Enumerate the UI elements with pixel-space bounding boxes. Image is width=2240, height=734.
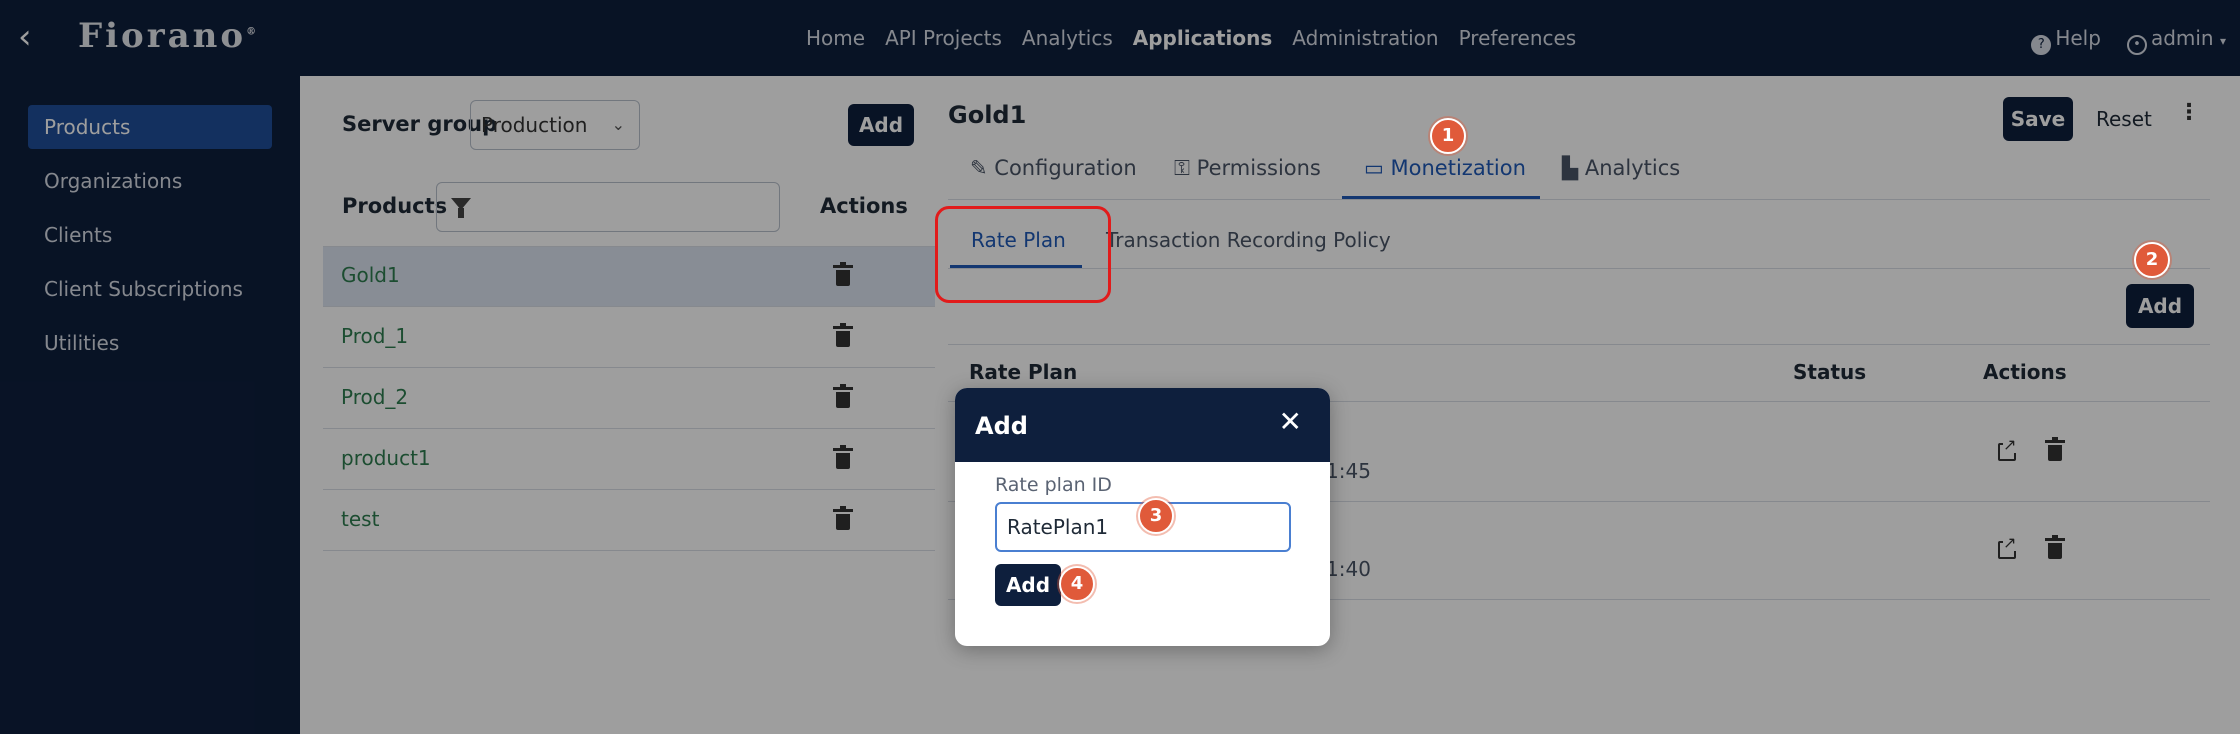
step-badge: 4 bbox=[1059, 566, 1095, 602]
rate-plan-id-label: Rate plan ID bbox=[995, 474, 1112, 496]
step-badge: 3 bbox=[1138, 498, 1174, 534]
dialog-header: Add ✕ bbox=[955, 388, 1330, 462]
step-badge: 2 bbox=[2134, 242, 2170, 278]
step-badge: 1 bbox=[1430, 118, 1466, 154]
submit-add-button[interactable]: Add bbox=[995, 564, 1061, 606]
close-icon[interactable]: ✕ bbox=[1279, 408, 1302, 436]
rate-plan-highlight bbox=[935, 206, 1111, 303]
dialog-title: Add bbox=[975, 412, 1028, 440]
